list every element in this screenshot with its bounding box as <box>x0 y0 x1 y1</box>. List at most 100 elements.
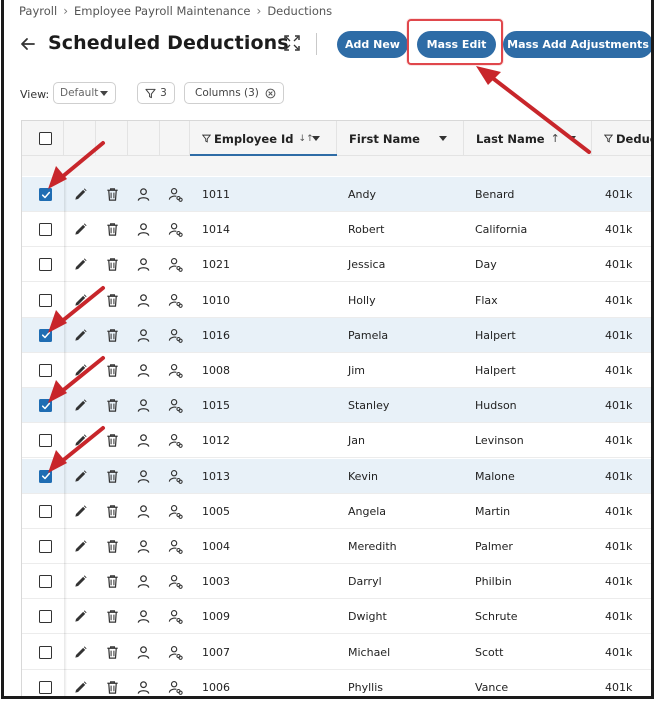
pencil-icon[interactable] <box>73 680 88 695</box>
row-checkbox[interactable] <box>39 645 52 659</box>
pencil-icon[interactable] <box>73 398 88 413</box>
person-link-icon[interactable] <box>168 645 183 660</box>
column-header-first-name[interactable]: First Name <box>337 121 464 156</box>
person-link-icon[interactable] <box>168 574 183 590</box>
person-link-icon[interactable] <box>168 504 183 519</box>
pencil-icon[interactable] <box>73 504 88 519</box>
filter-chip[interactable]: 3 <box>137 82 175 104</box>
trash-icon[interactable] <box>105 257 120 272</box>
pencil-icon[interactable] <box>73 363 88 378</box>
table-row[interactable]: 1016 Pamela Halpert 401k <box>22 317 651 353</box>
person-link-icon[interactable] <box>168 433 183 449</box>
breadcrumb-item-employee-payroll-maintenance[interactable]: Employee Payroll Maintenance <box>74 4 251 18</box>
view-select[interactable]: Default <box>53 82 116 104</box>
pencil-icon[interactable] <box>73 469 88 484</box>
breadcrumb-item-payroll[interactable]: Payroll <box>19 4 57 18</box>
trash-icon[interactable] <box>105 328 120 343</box>
table-row[interactable]: 1005 Angela Martin 401k <box>22 494 651 529</box>
table-row[interactable]: 1004 Meredith Palmer 401k <box>22 529 651 564</box>
pencil-icon[interactable] <box>73 328 88 343</box>
person-link-icon[interactable] <box>168 187 183 202</box>
add-new-button[interactable]: Add New <box>337 31 408 58</box>
row-checkbox[interactable] <box>39 223 52 237</box>
person-icon[interactable] <box>136 187 151 202</box>
person-icon[interactable] <box>136 257 151 272</box>
pencil-icon[interactable] <box>73 609 88 624</box>
trash-icon[interactable] <box>105 504 120 519</box>
row-checkbox[interactable] <box>39 364 52 377</box>
columns-chip[interactable]: Columns (3) <box>184 82 284 104</box>
person-link-icon[interactable] <box>168 293 183 308</box>
person-link-icon[interactable] <box>168 222 183 238</box>
trash-icon[interactable] <box>105 609 120 624</box>
table-row[interactable]: 1009 Dwight Schrute 401k <box>22 599 651 635</box>
person-icon[interactable] <box>136 222 151 237</box>
person-link-icon[interactable] <box>168 539 183 554</box>
person-icon[interactable] <box>136 469 151 484</box>
table-row[interactable]: 1014 Robert California 401k <box>22 212 651 248</box>
pencil-icon[interactable] <box>73 539 88 554</box>
pencil-icon[interactable] <box>73 645 88 660</box>
pencil-icon[interactable] <box>73 257 88 272</box>
trash-icon[interactable] <box>105 539 120 554</box>
table-row[interactable]: 1013 Kevin Malone 401k <box>22 458 651 494</box>
row-checkbox[interactable] <box>39 258 52 272</box>
person-link-icon[interactable] <box>168 363 183 378</box>
trash-icon[interactable] <box>105 293 120 308</box>
pencil-icon[interactable] <box>73 187 88 202</box>
pencil-icon[interactable] <box>73 574 88 589</box>
table-row[interactable]: 1021 Jessica Day 401k <box>22 247 651 283</box>
table-row[interactable]: 1010 Holly Flax 401k <box>22 283 651 318</box>
trash-icon[interactable] <box>105 680 120 695</box>
person-link-icon[interactable] <box>168 328 183 343</box>
person-link-icon[interactable] <box>168 469 183 484</box>
trash-icon[interactable] <box>105 433 120 448</box>
person-icon[interactable] <box>136 504 151 519</box>
clear-circle-icon[interactable] <box>265 88 276 99</box>
trash-icon[interactable] <box>105 645 120 660</box>
row-checkbox[interactable] <box>39 328 52 342</box>
person-icon[interactable] <box>136 645 151 660</box>
row-checkbox[interactable] <box>39 293 52 307</box>
mass-edit-button[interactable]: Mass Edit <box>417 31 496 58</box>
pencil-icon[interactable] <box>73 222 88 237</box>
person-icon[interactable] <box>136 433 151 448</box>
table-row[interactable]: 1006 Phyllis Vance 401k <box>22 670 651 696</box>
mass-add-adjustments-button[interactable]: Mass Add Adjustments <box>503 31 651 58</box>
column-header-employee-id[interactable]: Employee Id ↓↑ <box>190 121 337 156</box>
person-link-icon[interactable] <box>168 680 183 695</box>
back-arrow-icon[interactable] <box>18 34 38 54</box>
chevron-down-icon[interactable] <box>439 136 447 141</box>
person-icon[interactable] <box>136 680 151 695</box>
person-link-icon[interactable] <box>168 257 183 273</box>
expand-icon[interactable] <box>283 34 301 52</box>
person-link-icon[interactable] <box>168 609 183 625</box>
trash-icon[interactable] <box>105 222 120 237</box>
chevron-down-icon[interactable] <box>568 136 576 141</box>
row-checkbox[interactable] <box>39 434 52 448</box>
person-icon[interactable] <box>136 609 151 624</box>
row-checkbox[interactable] <box>39 540 52 553</box>
table-row[interactable]: 1007 Michael Scott 401k <box>22 635 651 670</box>
trash-icon[interactable] <box>105 187 120 202</box>
trash-icon[interactable] <box>105 469 120 484</box>
row-checkbox[interactable] <box>39 575 52 589</box>
row-checkbox[interactable] <box>39 610 52 624</box>
trash-icon[interactable] <box>105 363 120 378</box>
trash-icon[interactable] <box>105 574 120 589</box>
table-row[interactable]: 1003 Darryl Philbin 401k <box>22 564 651 600</box>
row-checkbox[interactable] <box>39 188 52 201</box>
row-checkbox[interactable] <box>39 504 52 518</box>
table-row[interactable]: 1012 Jan Levinson 401k <box>22 423 651 459</box>
row-checkbox[interactable] <box>39 399 52 413</box>
person-icon[interactable] <box>136 539 151 554</box>
row-checkbox[interactable] <box>39 469 52 483</box>
table-row[interactable]: 1008 Jim Halpert 401k <box>22 353 651 388</box>
chevron-down-icon[interactable] <box>312 136 320 141</box>
person-icon[interactable] <box>136 328 151 343</box>
select-all-checkbox[interactable] <box>39 132 52 145</box>
table-row[interactable]: 1015 Stanley Hudson 401k <box>22 388 651 424</box>
person-icon[interactable] <box>136 363 151 378</box>
pencil-icon[interactable] <box>73 293 88 308</box>
trash-icon[interactable] <box>105 398 120 413</box>
